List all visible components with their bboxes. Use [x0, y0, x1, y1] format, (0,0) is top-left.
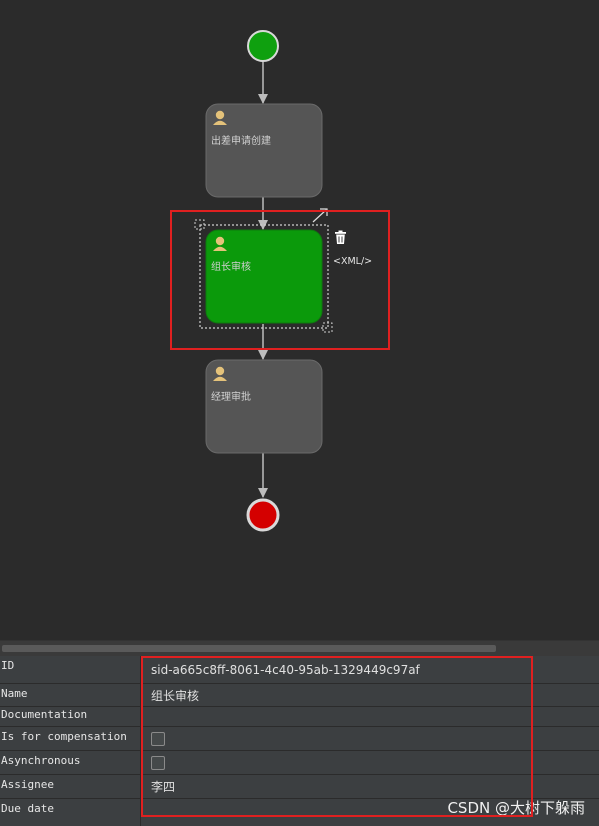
- documentation-field[interactable]: [145, 707, 599, 726]
- property-label: Asynchronous: [0, 751, 141, 774]
- end-event[interactable]: [246, 498, 280, 532]
- property-label: Due date: [0, 799, 141, 826]
- property-row-name[interactable]: Name 组长审核: [0, 684, 599, 707]
- scrollbar-thumb[interactable]: [2, 645, 496, 652]
- task-label: 组长审核: [211, 260, 251, 273]
- property-label: Is for compensation: [0, 727, 141, 750]
- xml-button[interactable]: <XML/>: [333, 256, 372, 267]
- trash-icon[interactable]: [335, 230, 346, 245]
- user-task-leader-review[interactable]: 组长审核: [205, 229, 323, 324]
- start-event[interactable]: [247, 30, 279, 62]
- property-label: Documentation: [0, 707, 141, 726]
- name-field[interactable]: 组长审核: [145, 684, 599, 706]
- property-row-asynchronous[interactable]: Asynchronous: [0, 751, 599, 775]
- asynchronous-cell: [145, 751, 599, 774]
- property-label: Name: [0, 684, 141, 706]
- asynchronous-checkbox[interactable]: [151, 755, 165, 770]
- compensation-cell: [145, 727, 599, 750]
- compensation-checkbox[interactable]: [151, 731, 165, 746]
- id-field[interactable]: sid-a665c8ff-8061-4c40-95ab-1329449c97af: [145, 656, 599, 683]
- horizontal-scrollbar[interactable]: [0, 640, 599, 656]
- assignee-field[interactable]: 李四: [145, 775, 599, 798]
- process-diagram-canvas[interactable]: 出差申请创建 组长审核 <XML/> 经理审批: [0, 0, 599, 640]
- task-label: 经理审批: [211, 390, 251, 403]
- process-diagram: 出差申请创建 组长审核 <XML/> 经理审批: [194, 30, 372, 532]
- property-row-documentation[interactable]: Documentation: [0, 707, 599, 727]
- task-label: 出差申请创建: [211, 134, 271, 147]
- property-row-assignee[interactable]: Assignee 李四: [0, 775, 599, 799]
- user-task-apply[interactable]: 出差申请创建: [205, 103, 323, 198]
- property-row-id[interactable]: ID sid-a665c8ff-8061-4c40-95ab-1329449c9…: [0, 656, 599, 684]
- user-task-manager-approve[interactable]: 经理审批: [205, 359, 323, 454]
- resize-handle-bottom-right[interactable]: [322, 322, 333, 333]
- property-label: ID: [0, 656, 141, 683]
- properties-panel: ID sid-a665c8ff-8061-4c40-95ab-1329449c9…: [0, 656, 599, 826]
- property-row-compensation[interactable]: Is for compensation: [0, 727, 599, 751]
- connect-arrow-icon[interactable]: [312, 208, 328, 223]
- property-label: Assignee: [0, 775, 141, 798]
- watermark: CSDN @大树下躲雨: [447, 799, 585, 817]
